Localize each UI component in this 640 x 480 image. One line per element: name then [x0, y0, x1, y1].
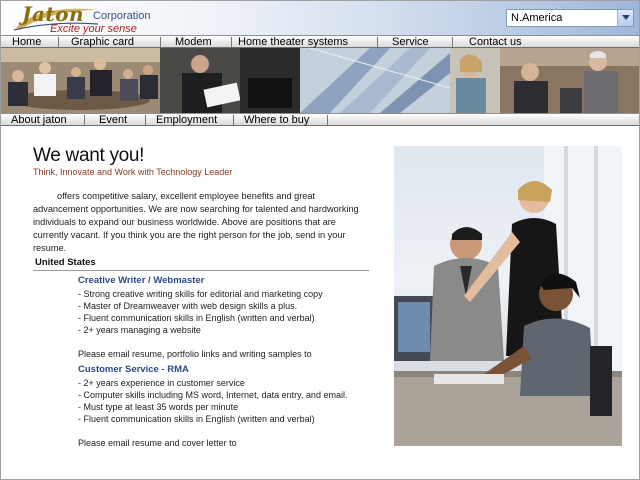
brand-suffix: Corporation — [93, 10, 151, 22]
nav-service[interactable]: Service — [392, 36, 429, 48]
header-banner-photo — [0, 48, 640, 113]
job-email-note: Please email resume, portfolio links and… — [78, 349, 312, 359]
job-posting: Customer Service - RMA - 2+ years experi… — [78, 364, 378, 449]
nav-divider — [327, 115, 328, 125]
intro-paragraph: offers competitive salary, excellent emp… — [33, 191, 359, 253]
brand-logo[interactable]: Jaton Corporation Excite your sense — [10, 2, 170, 35]
nav-home[interactable]: Home — [12, 36, 41, 48]
section-divider — [33, 270, 369, 271]
site-header: Jaton Corporation Excite your sense N.Am… — [0, 0, 640, 36]
nav-home-theater[interactable]: Home theater systems — [238, 36, 348, 48]
nav-divider — [84, 115, 85, 125]
nav-modem[interactable]: Modem — [175, 36, 212, 48]
job-email-note: Please email resume and cover letter to — [78, 438, 237, 448]
nav-graphic-card[interactable]: Graphic card — [71, 36, 134, 48]
job-title[interactable]: Customer Service - RMA — [78, 364, 378, 375]
job-requirement: - Strong creative writing skills for edi… — [78, 289, 323, 299]
nav-divider — [145, 115, 146, 125]
chevron-down-icon — [622, 15, 630, 20]
nav-about-jaton[interactable]: About jaton — [11, 114, 67, 126]
nav-divider — [452, 37, 453, 47]
job-requirement: - Must type at least 35 words per minute — [78, 402, 239, 412]
nav-divider — [233, 115, 234, 125]
brand-tagline: Excite your sense — [50, 23, 137, 35]
region-select[interactable]: N.America — [506, 9, 634, 27]
office-team-photo — [394, 146, 622, 446]
section-heading: United States — [35, 257, 96, 268]
page-title: We want you! — [33, 145, 145, 166]
banner-image — [0, 48, 640, 113]
job-requirement: - Fluent communication skills in English… — [78, 313, 315, 323]
nav-divider — [160, 37, 161, 47]
job-requirement: - 2+ years experience in customer servic… — [78, 378, 245, 388]
page-tagline: Think, Innovate and Work with Technology… — [33, 167, 233, 177]
job-requirement: - Fluent communication skills in English… — [78, 414, 315, 424]
nav-contact-us[interactable]: Contact us — [469, 36, 522, 48]
nav-employment[interactable]: Employment — [156, 114, 217, 126]
job-requirement: - 2+ years managing a website — [78, 325, 201, 335]
region-select-value: N.America — [511, 12, 563, 24]
main-nav: Home Graphic card Modem Home theater sys… — [0, 35, 640, 48]
job-requirement: - Computer skills including MS word, Int… — [78, 390, 348, 400]
nav-divider — [377, 37, 378, 47]
nav-divider — [231, 37, 232, 47]
job-title[interactable]: Creative Writer / Webmaster — [78, 275, 378, 286]
sub-nav: About jaton Event Employment Where to bu… — [0, 113, 640, 126]
nav-where-to-buy[interactable]: Where to buy — [244, 114, 309, 126]
job-posting: Creative Writer / Webmaster - Strong cre… — [78, 275, 378, 360]
region-select-button[interactable] — [617, 10, 633, 26]
job-requirement: - Master of Dreamweaver with web design … — [78, 301, 298, 311]
nav-divider — [58, 37, 59, 47]
office-team-image — [394, 146, 622, 446]
nav-event[interactable]: Event — [99, 114, 127, 126]
